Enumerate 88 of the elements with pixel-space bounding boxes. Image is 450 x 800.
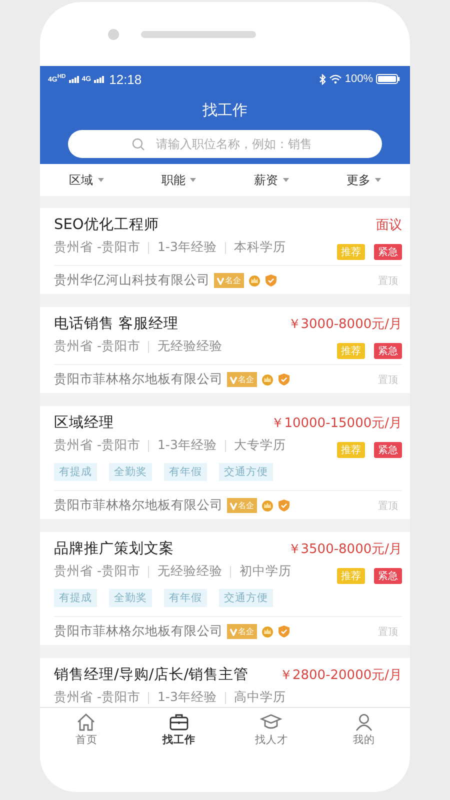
signal-icon <box>68 76 79 82</box>
shield-check-icon <box>278 373 290 386</box>
job-requirement: 高中学历 <box>234 689 286 706</box>
caret-icon <box>282 178 289 182</box>
status-time: 12:18 <box>109 72 142 86</box>
urgent-tag: 紧急 <box>374 568 402 584</box>
filter-dropdown[interactable]: 区域 <box>64 170 108 190</box>
company-name: 贵州华亿河山科技有限公司 <box>54 272 210 289</box>
job-card[interactable]: 销售经理/导购/店长/销售主管 ￥2800-20000元/月 贵州省 -贵阳市 1-3年经验 高中学历 <box>40 658 410 707</box>
signal-icon <box>94 76 104 82</box>
page-title: 找工作 <box>202 100 248 121</box>
perk-tag: 有提成 <box>54 589 97 607</box>
battery-icon <box>376 74 400 84</box>
job-card[interactable]: 品牌推广策划文案 ￥3500-8000元/月 贵州省 -贵阳市 无经验经验 初中学历 推荐 紧急 有提成 全勤奖 有年假 交通方便 贵阳市菲林格尔地板有限公司 名企 置顶 <box>40 532 410 645</box>
crown-icon <box>261 625 274 638</box>
crown-icon <box>261 499 274 512</box>
shield-check-icon <box>278 499 290 512</box>
filter-dropdown[interactable]: 职能 <box>157 170 200 190</box>
caret-icon <box>375 178 382 182</box>
search-field[interactable]: 请输入职位名称，例如：销售 <box>68 130 382 158</box>
job-requirement: 1-3年经验 <box>157 239 217 256</box>
bluetooth-icon <box>318 74 326 84</box>
job-requirement: 1-3年经验 <box>157 437 217 454</box>
salary: 面议 <box>376 217 402 234</box>
recommend-tag: 推荐 <box>337 244 365 260</box>
battery-percent: 100% <box>344 73 373 85</box>
salary: ￥3500-8000元/月 <box>288 541 402 558</box>
job-card[interactable]: 电话销售 客服经理 ￥3000-8000元/月 贵州省 -贵阳市 无经验经验 推荐 紧急 贵阳市菲林格尔地板有限公司 名企 置顶 <box>40 307 410 393</box>
camera-dot <box>108 28 119 40</box>
tab-person[interactable]: 我的 <box>328 708 399 752</box>
job-requirement: 无经验经验 <box>157 563 222 580</box>
job-requirement: 贵州省 -贵阳市 <box>54 338 140 355</box>
person-icon <box>354 713 373 731</box>
search-icon <box>132 138 145 151</box>
urgent-tag: 紧急 <box>374 343 402 359</box>
job-requirement: 初中学历 <box>239 563 292 580</box>
job-requirement: 贵州省 -贵阳市 <box>54 437 140 454</box>
job-title: 品牌推广策划文案 <box>54 540 174 558</box>
famous-company-badge: 名企 <box>227 372 257 387</box>
perk-tag: 交通方便 <box>219 589 273 607</box>
crown-icon <box>248 274 261 287</box>
perk-tag: 全勤奖 <box>109 589 152 607</box>
perk-tag: 有年假 <box>164 589 207 607</box>
company-name: 贵阳市菲林格尔地板有限公司 <box>54 371 223 388</box>
famous-company-badge: 名企 <box>227 498 257 513</box>
company-name: 贵阳市菲林格尔地板有限公司 <box>54 623 223 640</box>
briefcase-icon <box>168 713 189 731</box>
salary: ￥3000-8000元/月 <box>288 316 402 333</box>
urgent-tag: 紧急 <box>374 244 402 260</box>
job-requirement: 贵州省 -贵阳市 <box>54 689 140 706</box>
job-requirement: 贵州省 -贵阳市 <box>54 563 140 580</box>
wifi-icon <box>328 74 342 84</box>
salary: ￥2800-20000元/月 <box>279 667 402 684</box>
shield-check-icon <box>278 625 290 638</box>
job-requirement: 贵州省 -贵阳市 <box>54 239 140 256</box>
job-title: 区域经理 <box>54 414 114 432</box>
caret-icon <box>190 178 196 182</box>
recommend-tag: 推荐 <box>337 568 365 584</box>
famous-company-badge: 名企 <box>214 273 244 288</box>
job-requirement: 1-3年经验 <box>157 689 217 706</box>
recommend-tag: 推荐 <box>337 442 365 458</box>
perk-tag: 全勤奖 <box>109 463 152 481</box>
tab-home[interactable]: 首页 <box>51 708 122 752</box>
perk-tag: 有提成 <box>54 463 97 481</box>
salary: ￥10000-15000元/月 <box>271 415 402 432</box>
caret-icon <box>98 178 104 182</box>
crown-icon <box>261 373 274 386</box>
perk-tag: 交通方便 <box>219 463 273 481</box>
job-requirement: 本科学历 <box>234 239 286 256</box>
graduation-cap-icon <box>260 713 282 731</box>
tab-briefcase[interactable]: 找工作 <box>144 708 214 752</box>
famous-company-badge: 名企 <box>227 624 257 639</box>
job-card[interactable]: 区域经理 ￥10000-15000元/月 贵州省 -贵阳市 1-3年经验 大专学历 推荐 紧急 有提成 全勤奖 有年假 交通方便 贵阳市菲林格尔地板有限公司 名企 置顶 <box>40 406 410 519</box>
shield-check-icon <box>265 274 277 287</box>
job-title: SEO优化工程师 <box>54 216 159 234</box>
company-name: 贵阳市菲林格尔地板有限公司 <box>54 497 223 514</box>
recommend-tag: 推荐 <box>337 343 365 359</box>
filter-dropdown[interactable]: 薪资 <box>250 170 293 190</box>
tab-cap[interactable]: 找人才 <box>236 708 306 752</box>
filter-dropdown[interactable]: 更多 <box>342 170 386 190</box>
home-icon <box>76 713 96 731</box>
perk-tag: 有年假 <box>164 463 207 481</box>
urgent-tag: 紧急 <box>374 442 402 458</box>
job-requirement: 大专学历 <box>234 437 286 454</box>
job-requirement: 无经验经验 <box>157 338 222 355</box>
job-title: 电话销售 客服经理 <box>54 314 179 333</box>
job-title: 销售经理/导购/店长/销售主管 <box>54 666 249 684</box>
job-card[interactable]: SEO优化工程师 面议 贵州省 -贵阳市 1-3年经验 本科学历 推荐 紧急 贵州华亿河山科技有限公司 名企 置顶 <box>40 208 410 294</box>
